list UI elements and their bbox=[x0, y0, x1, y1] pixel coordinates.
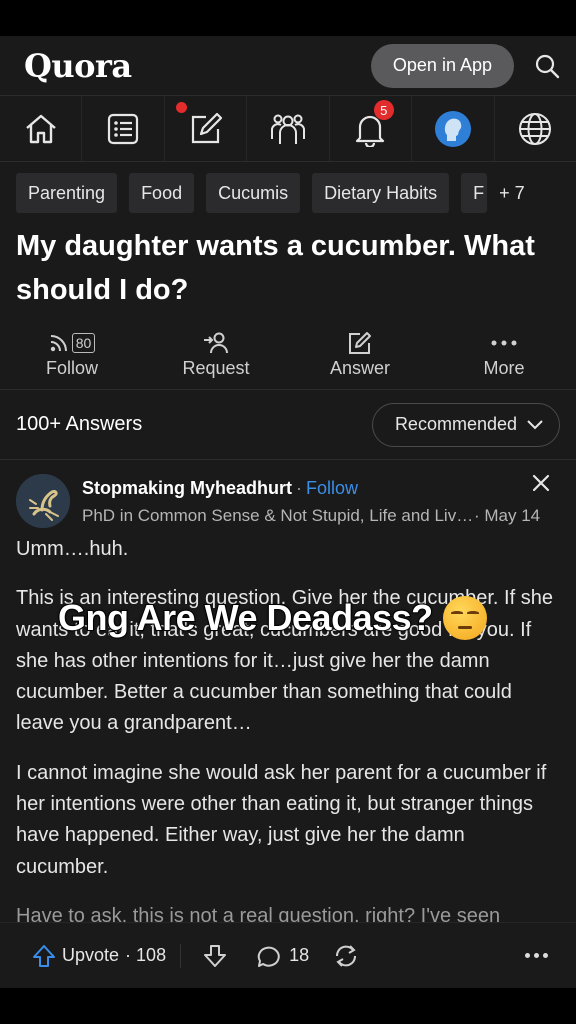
chevron-down-icon bbox=[527, 419, 543, 430]
upvote-label: Upvote bbox=[62, 945, 120, 965]
answers-count: 100+ Answers bbox=[16, 413, 143, 435]
pencil-icon bbox=[348, 330, 372, 356]
author-credential[interactable]: PhD in Common Sense & Not Stupid, Life a… bbox=[82, 506, 474, 526]
nav-spaces[interactable] bbox=[246, 96, 328, 161]
pensive-face-emoji-icon bbox=[442, 596, 487, 640]
downvote-arrow-icon bbox=[203, 944, 227, 968]
topic-chip-truncated[interactable]: F bbox=[461, 173, 488, 213]
answer-more-options-icon[interactable] bbox=[525, 953, 548, 958]
write-icon bbox=[188, 111, 224, 147]
quora-logo[interactable]: Quora bbox=[24, 47, 371, 85]
answer-date: · May 14 bbox=[474, 506, 541, 525]
separator-dot: · bbox=[296, 477, 303, 498]
notification-badge: 5 bbox=[373, 100, 394, 120]
upvote-button[interactable]: Upvote · 108 bbox=[32, 943, 182, 968]
language-globe-icon bbox=[517, 111, 553, 147]
answer-label: Answer bbox=[329, 358, 391, 378]
following-feed-icon bbox=[105, 111, 141, 147]
video-caption-overlay: Gng Are We Deadass? bbox=[57, 596, 487, 640]
comment-count: 18 bbox=[289, 945, 310, 965]
answers-header: 100+ Answers Recommended bbox=[0, 390, 576, 460]
downvote-button[interactable] bbox=[181, 944, 257, 968]
topic-chip-parenting[interactable]: Parenting bbox=[16, 173, 118, 213]
topic-chips: Parenting Food Cucumis Dietary Habits F … bbox=[0, 162, 576, 213]
upvote-arrow-icon bbox=[32, 944, 56, 968]
profile-avatar bbox=[434, 110, 471, 147]
follow-question-button[interactable]: 80 Follow bbox=[0, 320, 144, 389]
comments-button[interactable]: 18 bbox=[257, 944, 309, 968]
answer-question-button[interactable]: Answer bbox=[288, 320, 432, 389]
author-name[interactable]: Stopmaking Myheadhurt bbox=[82, 478, 292, 499]
share-button[interactable] bbox=[333, 944, 359, 968]
topic-chip-dietary-habits[interactable]: Dietary Habits bbox=[312, 173, 450, 213]
rss-follow-icon bbox=[49, 333, 69, 353]
request-label: Request bbox=[182, 358, 250, 378]
follow-author-link[interactable]: Follow bbox=[306, 478, 358, 499]
close-icon[interactable] bbox=[532, 474, 550, 492]
more-label: More bbox=[483, 358, 525, 378]
answer-author: Stopmaking Myheadhurt · Follow PhD in Co… bbox=[16, 474, 560, 530]
more-topics-button[interactable]: + 7 bbox=[499, 173, 525, 213]
quora-app-screen: Quora Open in App 5 Parenting Food Cucum… bbox=[0, 36, 576, 988]
sort-label: Recommended bbox=[394, 414, 517, 434]
topic-chip-food[interactable]: Food bbox=[129, 173, 195, 213]
nav-notifications[interactable]: 5 bbox=[328, 96, 411, 161]
question-title: My daughter wants a cucumber. What shoul… bbox=[16, 230, 535, 306]
author-avatar[interactable] bbox=[16, 474, 70, 528]
share-refresh-icon bbox=[333, 944, 359, 968]
comment-bubble-icon bbox=[257, 944, 281, 968]
nav-profile[interactable] bbox=[411, 96, 493, 161]
sort-dropdown[interactable]: Recommended bbox=[371, 402, 560, 447]
follow-label: Follow bbox=[45, 358, 98, 378]
search-icon[interactable] bbox=[534, 53, 560, 79]
answer-card: Stopmaking Myheadhurt · Follow PhD in Co… bbox=[0, 460, 576, 932]
nav-languages[interactable] bbox=[493, 96, 576, 161]
more-dots-icon bbox=[491, 330, 517, 356]
answer-paragraph: Umm….huh. bbox=[16, 538, 129, 560]
request-icon bbox=[203, 330, 229, 356]
nav-write[interactable] bbox=[163, 96, 246, 161]
nav-home[interactable] bbox=[0, 96, 81, 161]
answer-paragraph: I cannot imagine she would ask her paren… bbox=[16, 761, 547, 878]
open-in-app-button[interactable]: Open in App bbox=[370, 43, 514, 88]
nav-following[interactable] bbox=[81, 96, 188, 161]
request-answer-button[interactable]: Request bbox=[144, 320, 288, 389]
upvote-count: · 108 bbox=[125, 945, 167, 965]
more-options-button[interactable]: More bbox=[432, 320, 576, 389]
spaces-icon bbox=[269, 111, 307, 147]
answer-body: Umm….huh. This is an interesting questio… bbox=[16, 534, 560, 932]
caption-text: Gng Are We Deadass? bbox=[57, 596, 434, 639]
question-actions: 80 Follow Request Answer More bbox=[0, 320, 576, 390]
top-bar: Quora Open in App bbox=[0, 36, 576, 96]
home-icon bbox=[23, 111, 59, 147]
main-navigation: 5 bbox=[0, 96, 576, 162]
answer-footer: Upvote · 108 18 bbox=[0, 922, 576, 988]
topic-chip-cucumis[interactable]: Cucumis bbox=[206, 173, 301, 213]
follower-count: 80 bbox=[71, 333, 96, 353]
